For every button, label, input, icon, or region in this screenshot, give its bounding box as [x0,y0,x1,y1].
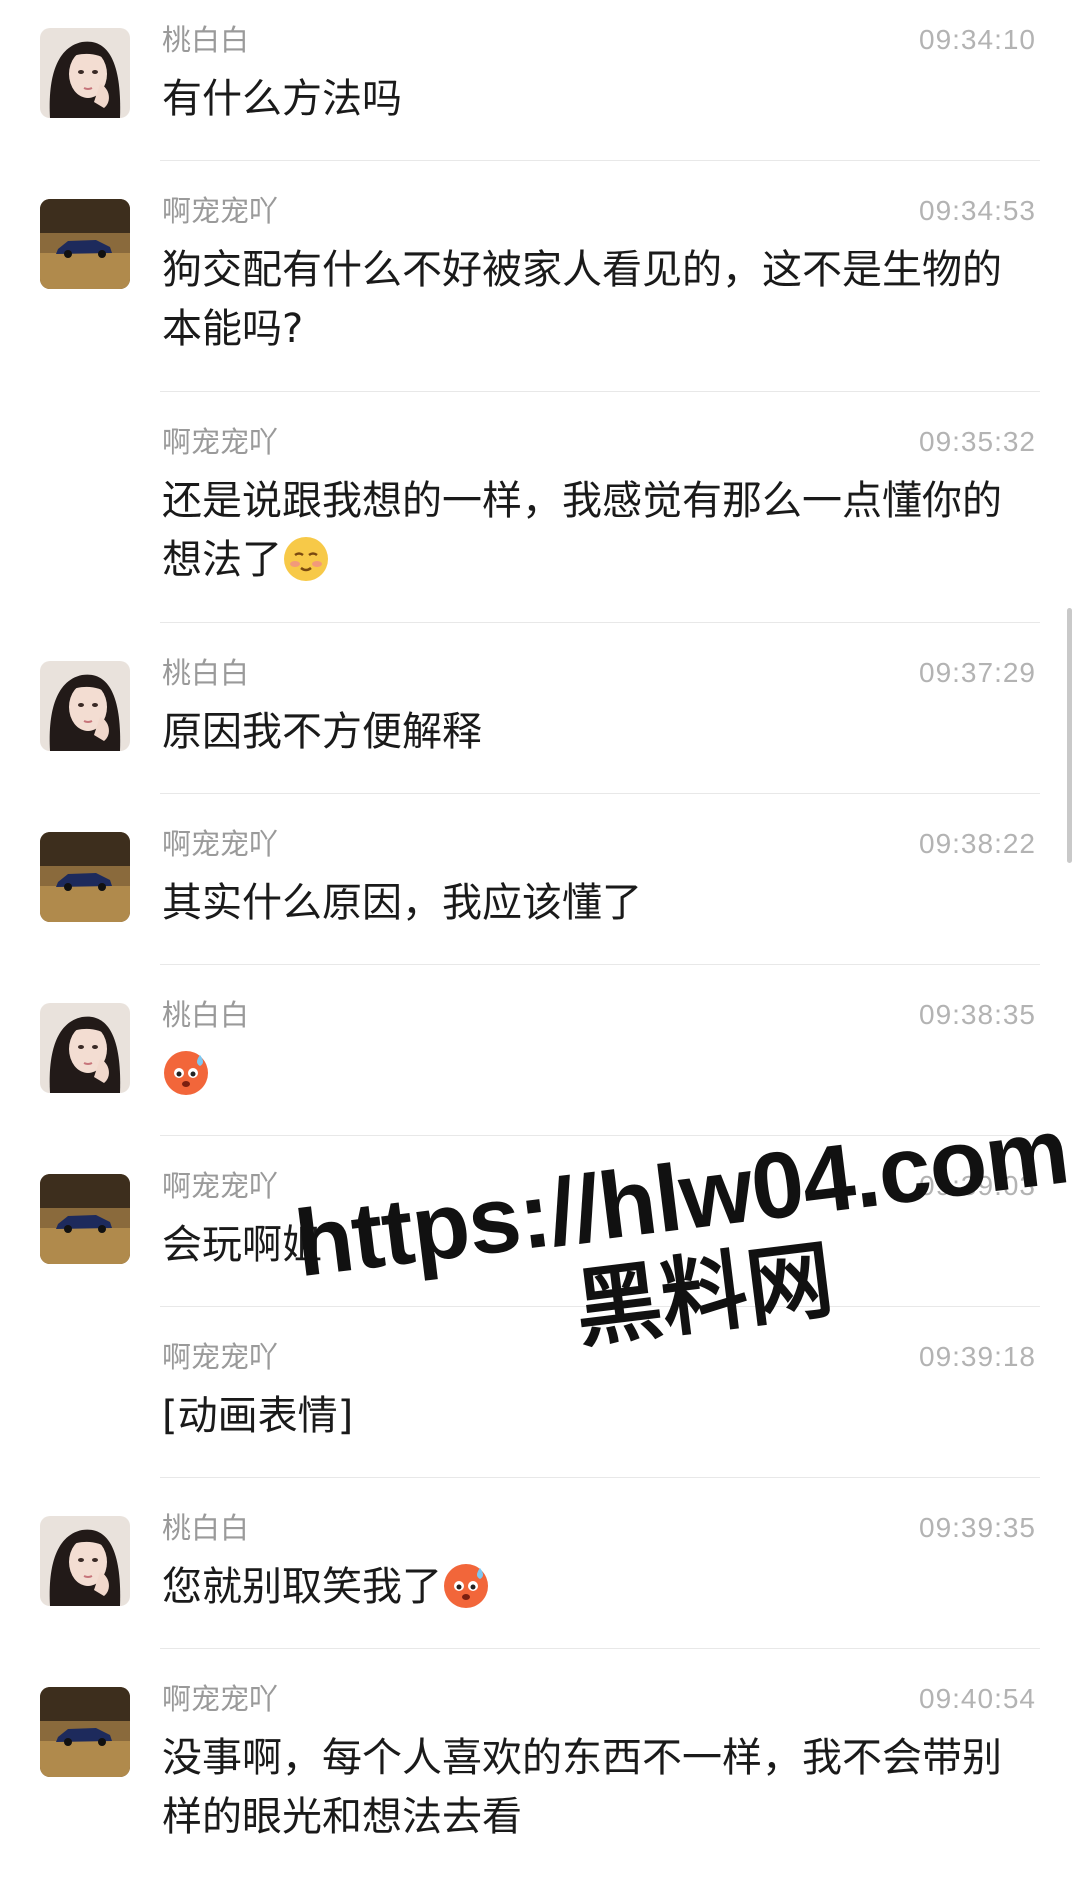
chat-history-list[interactable]: 桃白白 09:34:10 有什么方法吗 啊宠宠吖 09:34:53 狗交配有什么… [0,0,1080,1881]
sender-avatar[interactable] [40,1003,130,1093]
sender-name: 啊宠宠吖 [162,1682,279,1716]
portrait-avatar-icon [40,28,130,118]
message-time: 09:39:18 [919,1341,1036,1372]
sender-avatar[interactable] [40,1174,130,1264]
message-text: 会玩啊姐 [162,1222,322,1268]
chat-message[interactable]: 啊宠宠吖 09:35:32 还是说跟我想的一样，我感觉有那么一点懂你的 想法了 [0,392,1080,622]
car-avatar-icon [40,832,130,922]
scrollbar-thumb[interactable] [1067,608,1072,863]
message-time: 09:34:53 [919,195,1036,226]
message-time: 09:39:03 [919,1170,1036,1201]
message-text: 有什么方法吗 [162,76,402,122]
blushing-face-emoji-icon [284,537,328,581]
chat-message[interactable]: 啊宠宠吖 09:34:53 狗交配有什么不好被家人看见的，这不是生物的 本能吗? [0,161,1080,391]
car-avatar-icon [40,1174,130,1264]
message-time: 09:38:22 [919,828,1036,859]
chat-message[interactable]: 啊宠宠吖 09:40:54 没事啊，每个人喜欢的东西不一样，我不会带别 样的眼光… [0,1649,1080,1881]
sender-avatar[interactable] [40,661,130,751]
car-avatar-icon [40,1687,130,1777]
sender-avatar[interactable] [40,832,130,922]
sender-avatar[interactable] [40,1516,130,1606]
message-time: 09:40:54 [919,1683,1036,1714]
message-text: 您就别取笑我了 [162,1558,1032,1617]
message-text: 狗交配有什么不好被家人看见的，这不是生物的 本能吗? [162,247,1002,352]
sender-name: 啊宠宠吖 [162,1340,279,1374]
sender-name: 桃白白 [162,1511,250,1545]
sender-name: 啊宠宠吖 [162,1169,279,1203]
message-text-content: 您就别取笑我了 [162,1564,442,1610]
car-avatar-icon [40,199,130,289]
sender-name: 桃白白 [162,23,250,57]
chat-message[interactable]: 桃白白 09:38:35 [0,965,1080,1135]
sender-name: 桃白白 [162,656,250,690]
chat-message[interactable]: 啊宠宠吖 09:38:22 其实什么原因，我应该懂了 [0,794,1080,964]
sender-name: 啊宠宠吖 [162,827,279,861]
sweating-face-emoji-icon [164,1051,208,1095]
animated-sticker-placeholder[interactable]: [动画表情] [162,1387,1032,1446]
message-time: 09:37:29 [919,657,1036,688]
sender-name: 桃白白 [162,998,250,1032]
sender-name: 啊宠宠吖 [162,425,279,459]
message-text: 原因我不方便解释 [162,709,482,755]
portrait-avatar-icon [40,1003,130,1093]
message-time: 09:39:35 [919,1512,1036,1543]
chat-message[interactable]: 啊宠宠吖 09:39:03 会玩啊姐 [0,1136,1080,1306]
chat-message[interactable]: 桃白白 09:39:35 您就别取笑我了 [0,1478,1080,1648]
message-text: 其实什么原因，我应该懂了 [162,880,642,926]
chat-message[interactable]: 啊宠宠吖 09:39:18 [动画表情] [0,1307,1080,1477]
message-text: 没事啊，每个人喜欢的东西不一样，我不会带别 样的眼光和想法去看 [162,1735,1002,1840]
message-time: 09:34:10 [919,24,1036,55]
portrait-avatar-icon [40,661,130,751]
sweating-face-emoji-icon [444,1564,488,1608]
chat-message[interactable]: 桃白白 09:34:10 有什么方法吗 [0,0,1080,160]
message-text: 还是说跟我想的一样，我感觉有那么一点懂你的 想法了 [162,472,1032,590]
sender-avatar[interactable] [40,1687,130,1777]
message-time: 09:35:32 [919,426,1036,457]
sender-name: 啊宠宠吖 [162,194,279,228]
message-text [162,1045,1032,1104]
message-time: 09:38:35 [919,999,1036,1030]
portrait-avatar-icon [40,1516,130,1606]
sender-avatar[interactable] [40,199,130,289]
sender-avatar[interactable] [40,28,130,118]
chat-message[interactable]: 桃白白 09:37:29 原因我不方便解释 [0,623,1080,793]
